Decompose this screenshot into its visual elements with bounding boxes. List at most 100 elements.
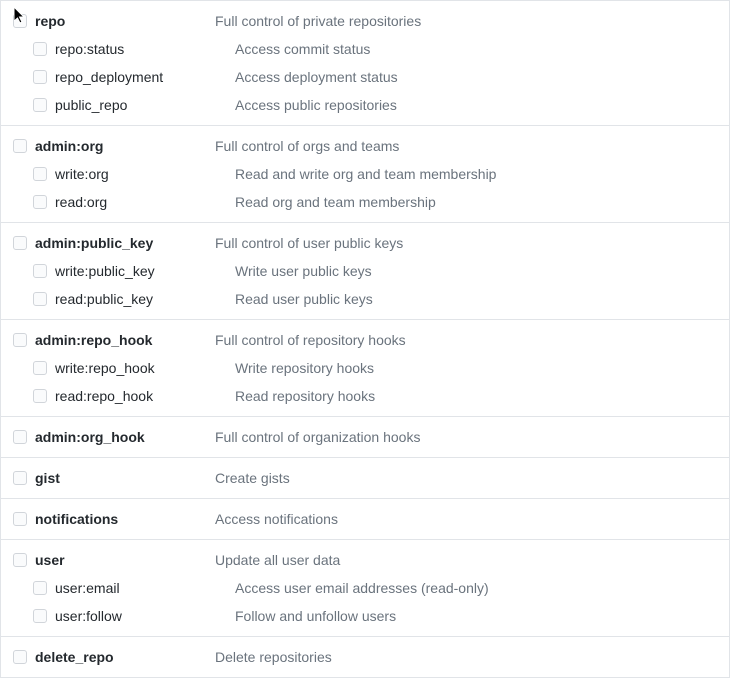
scope-checkbox-repo[interactable]: [13, 14, 27, 28]
scope-checkbox-admin-public-key[interactable]: [13, 236, 27, 250]
scope-desc: Create gists: [215, 468, 290, 488]
scope-checkbox-read-public-key[interactable]: [33, 292, 47, 306]
checkbox-cell: [21, 292, 55, 306]
scope-checkbox-write-org[interactable]: [33, 167, 47, 181]
checkbox-cell: [21, 70, 55, 84]
scope-group-admin-org-hook: admin:org_hookFull control of organizati…: [1, 416, 729, 457]
scope-desc: Delete repositories: [215, 647, 332, 667]
scope-row-admin-public-key: admin:public_keyFull control of user pub…: [1, 229, 729, 257]
scope-checkbox-public-repo[interactable]: [33, 98, 47, 112]
scope-row-admin-org: admin:orgFull control of orgs and teams: [1, 132, 729, 160]
scope-desc: Access public repositories: [235, 95, 397, 115]
scope-checkbox-repo-deployment[interactable]: [33, 70, 47, 84]
scope-checkbox-read-org[interactable]: [33, 195, 47, 209]
scope-row-read-repo-hook: read:repo_hookRead repository hooks: [1, 382, 729, 410]
scope-checkbox-admin-repo-hook[interactable]: [13, 333, 27, 347]
scope-desc: Full control of repository hooks: [215, 330, 406, 350]
scope-label: user:email: [55, 578, 235, 598]
scope-checkbox-delete-repo[interactable]: [13, 650, 27, 664]
scope-checkbox-user[interactable]: [13, 553, 27, 567]
scope-label: repo: [35, 11, 215, 31]
scope-desc: Full control of private repositories: [215, 11, 421, 31]
checkbox-cell: [21, 581, 55, 595]
scope-checkbox-admin-org[interactable]: [13, 139, 27, 153]
scope-group-admin-org: admin:orgFull control of orgs and teamsw…: [1, 125, 729, 222]
checkbox-cell: [1, 553, 35, 567]
scope-desc: Access deployment status: [235, 67, 398, 87]
scope-desc: Update all user data: [215, 550, 340, 570]
scope-label: write:org: [55, 164, 235, 184]
scope-list: repoFull control of private repositories…: [0, 0, 730, 678]
checkbox-cell: [21, 195, 55, 209]
scope-label: repo:status: [55, 39, 235, 59]
scope-checkbox-read-repo-hook[interactable]: [33, 389, 47, 403]
scope-row-user: userUpdate all user data: [1, 546, 729, 574]
scope-group-user: userUpdate all user datauser:emailAccess…: [1, 539, 729, 636]
scope-label: write:public_key: [55, 261, 235, 281]
checkbox-cell: [1, 333, 35, 347]
checkbox-cell: [21, 98, 55, 112]
scope-group-gist: gistCreate gists: [1, 457, 729, 498]
scope-label: user:follow: [55, 606, 235, 626]
checkbox-cell: [1, 471, 35, 485]
checkbox-cell: [1, 430, 35, 444]
scope-label: admin:public_key: [35, 233, 215, 253]
scope-label: public_repo: [55, 95, 235, 115]
scope-row-write-org: write:orgRead and write org and team mem…: [1, 160, 729, 188]
scope-checkbox-write-public-key[interactable]: [33, 264, 47, 278]
scope-desc: Write user public keys: [235, 261, 372, 281]
scope-desc: Read and write org and team membership: [235, 164, 496, 184]
scope-desc: Read org and team membership: [235, 192, 436, 212]
scope-checkbox-user-email[interactable]: [33, 581, 47, 595]
scope-label: repo_deployment: [55, 67, 235, 87]
scope-desc: Full control of organization hooks: [215, 427, 420, 447]
scope-label: admin:org: [35, 136, 215, 156]
scope-label: read:public_key: [55, 289, 235, 309]
scope-row-write-public-key: write:public_keyWrite user public keys: [1, 257, 729, 285]
checkbox-cell: [21, 361, 55, 375]
scope-desc: Write repository hooks: [235, 358, 374, 378]
scope-label: user: [35, 550, 215, 570]
scope-label: notifications: [35, 509, 215, 529]
scope-group-repo: repoFull control of private repositories…: [1, 0, 729, 125]
scope-group-admin-public-key: admin:public_keyFull control of user pub…: [1, 222, 729, 319]
scope-row-read-public-key: read:public_keyRead user public keys: [1, 285, 729, 313]
scope-row-repo-deployment: repo_deploymentAccess deployment status: [1, 63, 729, 91]
scope-row-notifications: notificationsAccess notifications: [1, 505, 729, 533]
scope-row-user-email: user:emailAccess user email addresses (r…: [1, 574, 729, 602]
checkbox-cell: [21, 389, 55, 403]
scope-row-repo-status: repo:statusAccess commit status: [1, 35, 729, 63]
scope-checkbox-write-repo-hook[interactable]: [33, 361, 47, 375]
scope-checkbox-repo-status[interactable]: [33, 42, 47, 56]
scope-row-delete-repo: delete_repoDelete repositories: [1, 643, 729, 671]
scope-label: admin:repo_hook: [35, 330, 215, 350]
scope-group-notifications: notificationsAccess notifications: [1, 498, 729, 539]
scope-checkbox-gist[interactable]: [13, 471, 27, 485]
checkbox-cell: [21, 609, 55, 623]
scope-row-write-repo-hook: write:repo_hookWrite repository hooks: [1, 354, 729, 382]
scope-desc: Follow and unfollow users: [235, 606, 396, 626]
checkbox-cell: [1, 14, 35, 28]
scope-checkbox-admin-org-hook[interactable]: [13, 430, 27, 444]
scope-row-user-follow: user:followFollow and unfollow users: [1, 602, 729, 630]
scope-group-admin-repo-hook: admin:repo_hookFull control of repositor…: [1, 319, 729, 416]
scope-group-delete-repo: delete_repoDelete repositories: [1, 636, 729, 677]
scope-desc: Access commit status: [235, 39, 370, 59]
scope-desc: Full control of orgs and teams: [215, 136, 399, 156]
checkbox-cell: [1, 650, 35, 664]
checkbox-cell: [21, 42, 55, 56]
checkbox-cell: [21, 264, 55, 278]
scope-row-admin-repo-hook: admin:repo_hookFull control of repositor…: [1, 326, 729, 354]
scope-row-admin-org-hook: admin:org_hookFull control of organizati…: [1, 423, 729, 451]
scope-checkbox-notifications[interactable]: [13, 512, 27, 526]
scope-desc: Access user email addresses (read-only): [235, 578, 489, 598]
scope-label: write:repo_hook: [55, 358, 235, 378]
scope-desc: Full control of user public keys: [215, 233, 403, 253]
checkbox-cell: [1, 139, 35, 153]
scope-label: admin:org_hook: [35, 427, 215, 447]
scope-row-read-org: read:orgRead org and team membership: [1, 188, 729, 216]
scope-checkbox-user-follow[interactable]: [33, 609, 47, 623]
scope-label: delete_repo: [35, 647, 215, 667]
scope-label: read:repo_hook: [55, 386, 235, 406]
scope-desc: Read user public keys: [235, 289, 373, 309]
